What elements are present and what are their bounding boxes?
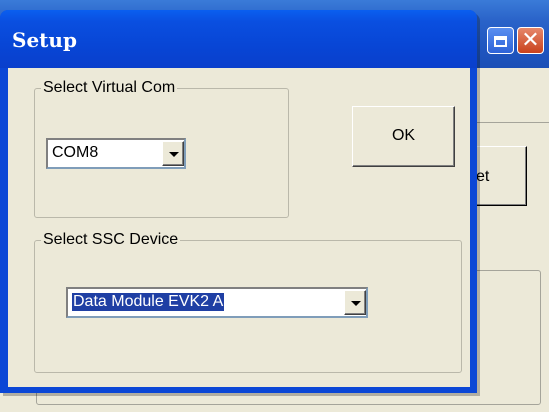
chevron-down-icon[interactable]: [344, 290, 366, 315]
virtual-com-select[interactable]: COM8: [46, 138, 186, 169]
dialog-title: Setup: [12, 28, 77, 52]
chevron-down-icon[interactable]: [162, 141, 184, 166]
ok-button[interactable]: OK: [352, 106, 455, 167]
background-action-button-label: et: [476, 168, 490, 185]
ssc-device-group-label: Select SSC Device: [41, 231, 181, 249]
close-button[interactable]: ✕: [517, 27, 544, 54]
close-icon: ✕: [521, 27, 540, 52]
virtual-com-group-label: Select Virtual Com: [41, 79, 178, 97]
virtual-com-select-value: COM8: [52, 144, 99, 161]
dialog-body: Select Virtual Com COM8 OK Select SSC De…: [8, 68, 470, 387]
ssc-device-select[interactable]: Data Module EVK2 A: [66, 287, 368, 318]
ssc-device-select-value: Data Module EVK2 A: [72, 293, 225, 311]
dialog-title-bar[interactable]: Setup: [0, 10, 477, 68]
maximize-button[interactable]: [487, 27, 514, 54]
setup-dialog: Setup Select Virtual Com COM8 OK Select …: [0, 10, 477, 393]
maximize-icon: [494, 36, 507, 47]
